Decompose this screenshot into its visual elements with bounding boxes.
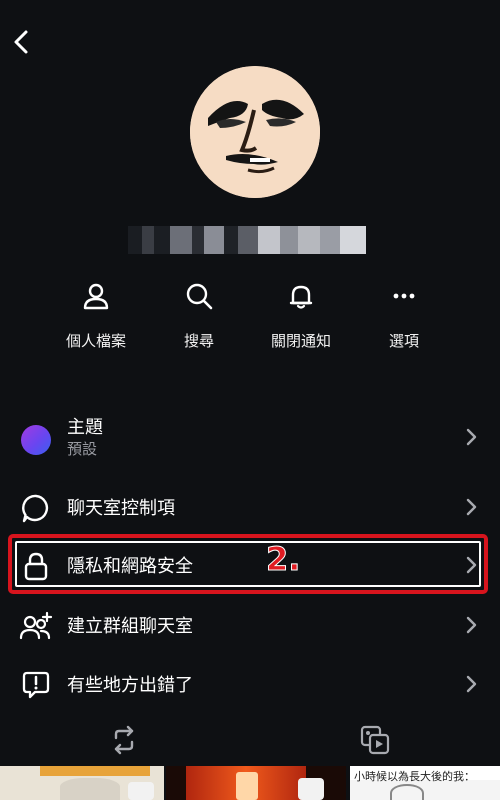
profile-button[interactable]: 個人檔案 <box>48 276 144 356</box>
theme-label: 主題 <box>67 417 103 438</box>
search-button[interactable]: 搜尋 <box>151 276 247 356</box>
chevron-right-icon <box>466 428 477 446</box>
chevron-left-icon <box>14 30 28 54</box>
options-button[interactable]: 選項 <box>356 276 452 356</box>
thumbnail[interactable]: 小時候以為長大後的我： <box>350 766 500 800</box>
create-group-label: 建立群組聊天室 <box>67 616 193 637</box>
chevron-right-icon <box>466 556 477 574</box>
back-button[interactable] <box>6 26 38 58</box>
privacy-label: 隱私和網路安全 <box>67 556 193 577</box>
chevron-right-icon <box>466 675 477 693</box>
chat-controls-label: 聊天室控制項 <box>67 498 175 519</box>
bottom-toolbar <box>0 714 500 766</box>
alert-icon <box>18 667 54 703</box>
menu-item-chat-controls[interactable]: 聊天室控制項 <box>0 478 500 536</box>
chevron-right-icon <box>466 616 477 634</box>
mute-notifications-label: 關閉通知 <box>270 332 331 350</box>
theme-color-icon <box>18 422 54 458</box>
search-icon <box>179 276 219 316</box>
profile-label: 個人檔案 <box>65 332 126 350</box>
person-icon <box>76 276 116 316</box>
action-row: 個人檔案 搜尋 關閉通知 選項 <box>0 276 500 356</box>
menu-item-privacy[interactable]: 隱私和網路安全 <box>0 536 500 594</box>
media-thumbnails: 小時候以為長大後的我： <box>0 766 500 800</box>
chevron-right-icon <box>466 498 477 516</box>
repeat-icon[interactable] <box>108 724 140 756</box>
menu-item-create-group[interactable]: 建立群組聊天室 <box>0 596 500 654</box>
more-icon <box>384 276 424 316</box>
menu-item-report-problem[interactable]: 有些地方出錯了 <box>0 655 500 713</box>
thumbnail[interactable] <box>0 766 164 800</box>
avatar[interactable] <box>190 66 320 198</box>
report-problem-label: 有些地方出錯了 <box>67 675 193 696</box>
annotation-step-label: 2. <box>265 540 301 579</box>
media-icon[interactable] <box>359 724 391 756</box>
lock-icon <box>18 548 54 584</box>
profile-name-redacted <box>128 226 366 254</box>
thumbnail-caption: 小時候以為長大後的我： <box>354 770 475 783</box>
add-people-icon <box>18 608 54 644</box>
search-label: 搜尋 <box>183 332 214 350</box>
bell-icon <box>281 276 321 316</box>
theme-value: 預設 <box>67 440 98 458</box>
chat-bubble-icon <box>18 490 54 526</box>
thumbnail[interactable] <box>166 766 346 800</box>
profile-name <box>0 0 1 1</box>
mute-notifications-button[interactable]: 關閉通知 <box>253 276 349 356</box>
options-label: 選項 <box>388 332 419 350</box>
